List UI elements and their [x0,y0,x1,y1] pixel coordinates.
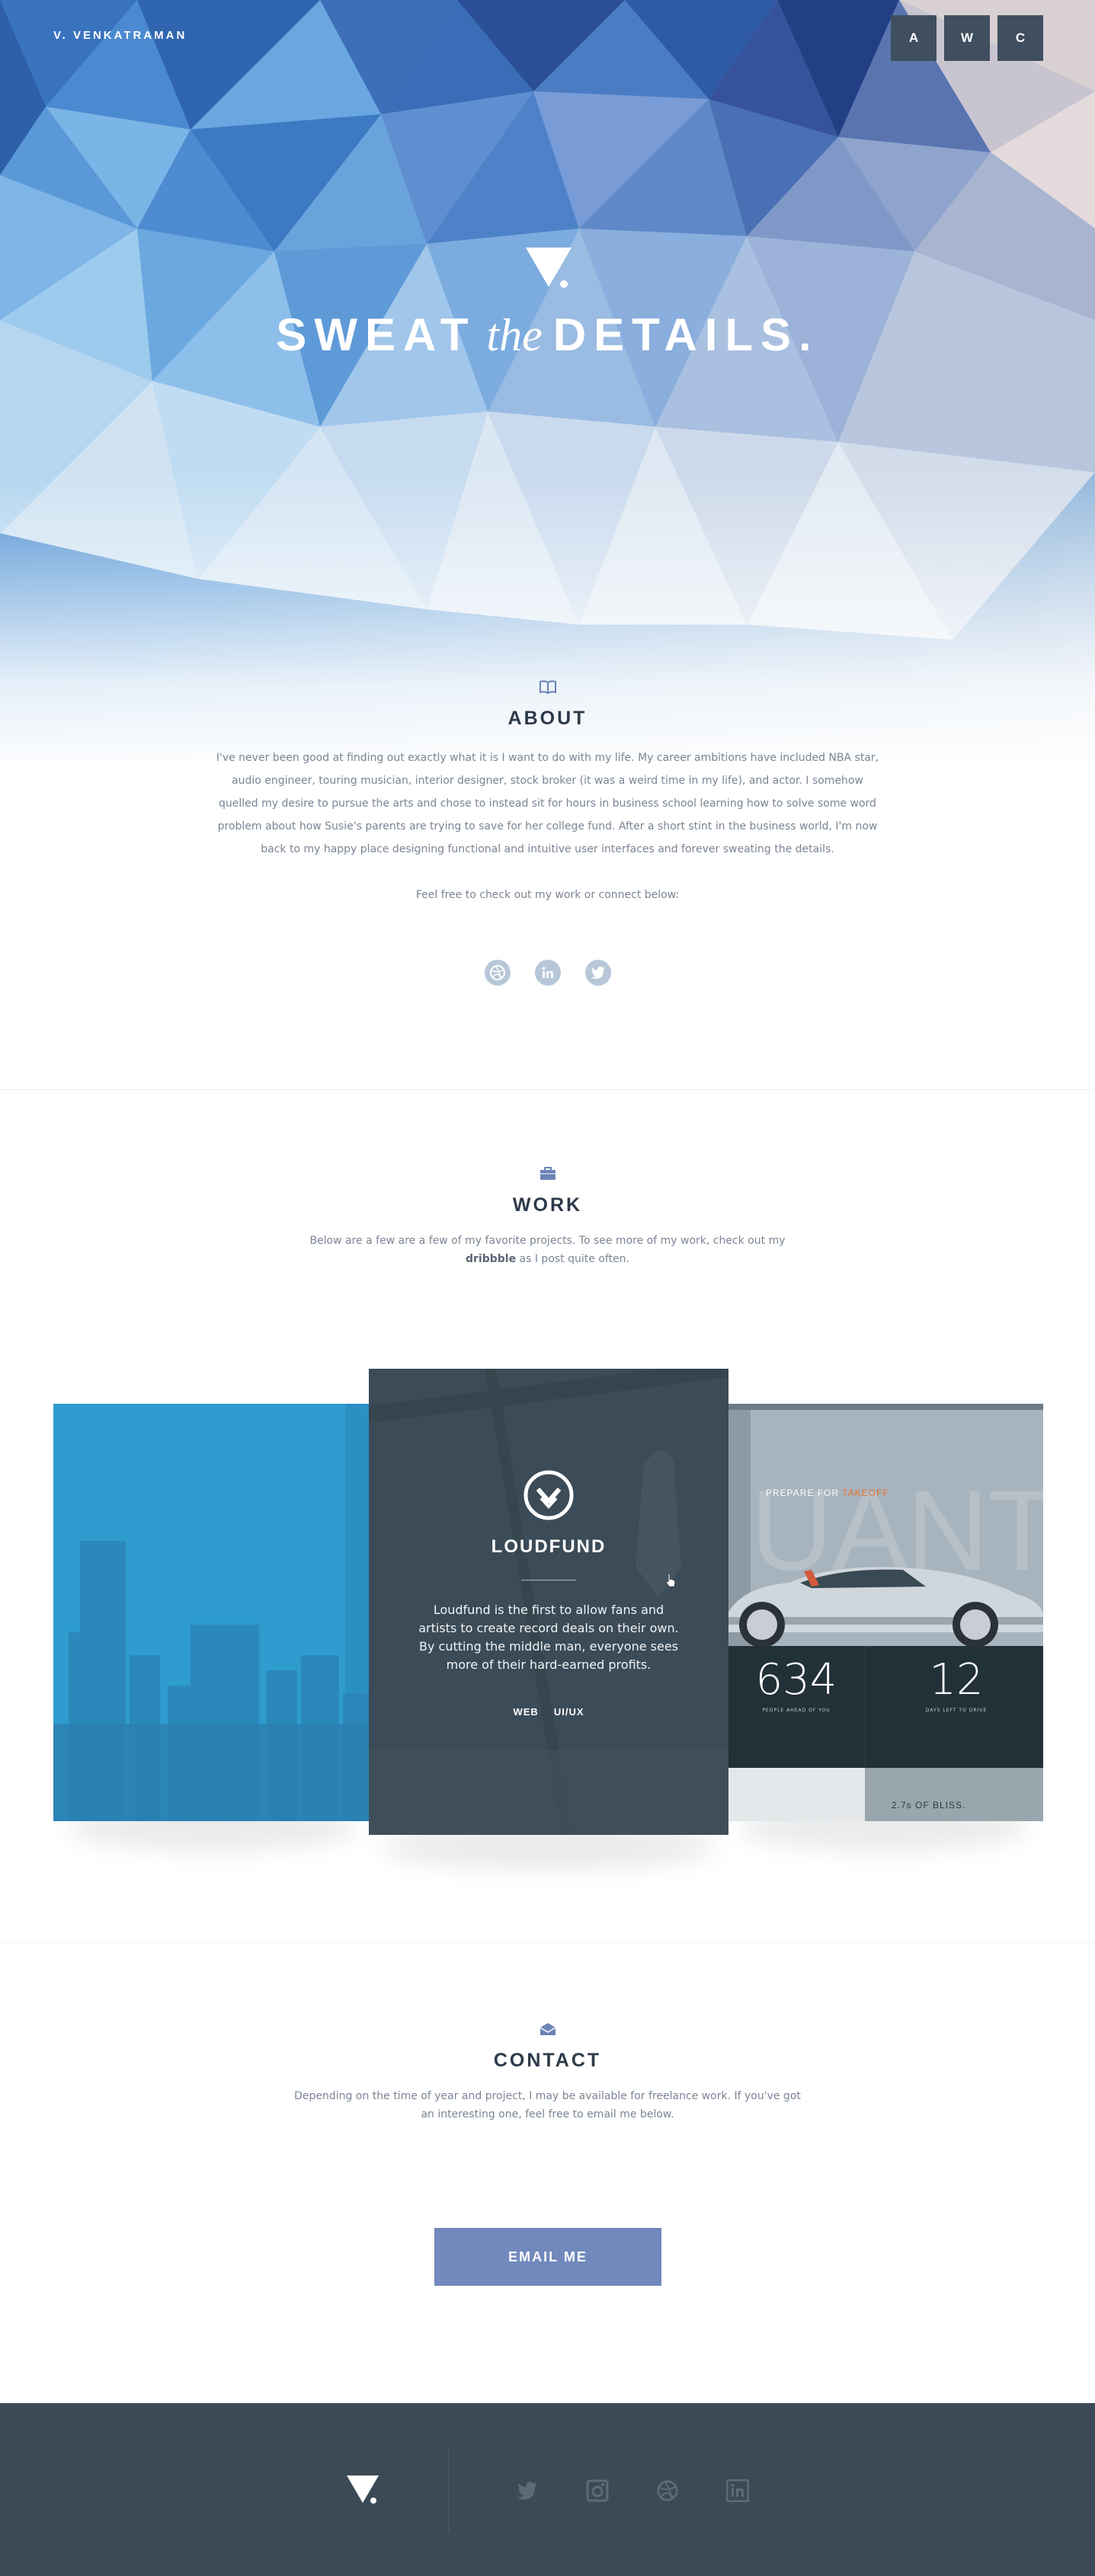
brand-name[interactable]: V. VENKATRAMAN [53,29,187,42]
hero-title-the: the [486,310,543,360]
twitter-icon[interactable] [514,2478,540,2504]
hero-section: V. VENKATRAMAN A W C SWEAT the DETAILS. [0,0,1095,762]
nav-button-contact[interactable]: C [997,15,1043,61]
project-card-city[interactable] [53,1404,370,1821]
work-title: WORK [512,1194,583,1216]
nav-button-work[interactable]: W [944,15,990,61]
linkedin-icon[interactable] [725,2478,751,2504]
about-line: quelled my desire to pursue the arts and… [219,797,876,810]
car-card-tagline: 2.7s OF BLISS. [892,1800,966,1811]
top-nav: A W C [891,15,1043,61]
stat-label: PEOPLE AHEAD OF YOU [762,1708,831,1713]
contact-line: an interesting one, feel free to email m… [421,2108,674,2121]
footer-social-links [514,2478,751,2504]
footer-separator [448,2449,449,2533]
about-section: ABOUT I've never been good at finding ou… [0,680,1095,986]
car-image [728,1567,1043,1648]
about-line: I've never been good at finding out exac… [216,752,879,764]
dribbble-link[interactable]: dribbble [466,1253,516,1265]
contact-title: CONTACT [493,2050,602,2071]
project-card-car[interactable]: UANT PREPARE FOR TAKEOFF 634 PEOPLE AHEA… [728,1404,1043,1821]
car-card-heading: PREPARE FOR TAKEOFF [766,1488,889,1498]
email-me-button[interactable]: EMAIL ME [434,2228,661,2286]
work-line: Below are a few are a few of my favorite… [309,1235,786,1247]
about-line: problem about how Susie's parents are tr… [217,820,878,833]
tag-web: WEB [513,1706,539,1718]
about-social-links [0,960,1095,986]
about-title: ABOUT [507,708,588,729]
hero-title: SWEAT the DETAILS. [0,308,1095,362]
about-line: audio engineer, touring musician, interi… [232,775,863,787]
loudfund-description: Loudfund is the first to allow fans and … [418,1603,679,1672]
twitter-icon[interactable] [584,960,611,986]
work-line-rest: as I post quite often. [516,1253,629,1265]
hero-title-details: DETAILS. [552,309,819,360]
section-divider [0,1942,1095,1943]
about-cta: Feel free to check out my work or connec… [415,889,680,901]
car-card-heading-b: TAKEOFF [842,1488,889,1498]
city-skyline-image [53,1404,370,1821]
envelope-open-icon [539,2023,556,2035]
cursor-hand-icon [665,1573,676,1587]
instagram-icon[interactable] [584,2478,610,2504]
stat-number: 634 [755,1655,837,1705]
v-logo-icon [526,248,572,288]
stat-number: 12 [929,1655,984,1705]
tag-uiux: UI/UX [553,1706,584,1718]
car-card-heading-a: PREPARE FOR [766,1488,843,1498]
contact-section: CONTACT Depending on the time of year an… [0,2022,1095,2124]
section-divider [0,1089,1095,1090]
contact-line: Depending on the time of year and projec… [294,2090,801,2102]
loudfund-logo-icon [523,1470,574,1520]
footer [0,2403,1095,2576]
hero-title-sweat: SWEAT [276,309,476,360]
dribbble-icon[interactable] [655,2478,680,2504]
linkedin-icon[interactable] [534,960,561,986]
loudfund-tags: WEB UI/UX [369,1706,728,1718]
dribbble-icon[interactable] [484,960,511,986]
work-text: Below are a few are a few of my favorite… [0,1232,1095,1268]
about-text: I've never been good at finding out exac… [167,746,929,861]
stat-days-left: 12 DAYS LEFT TO DRIVE [880,1655,1033,1713]
contact-text: Depending on the time of year and projec… [0,2087,1095,2124]
card-top-bar [728,1404,1043,1410]
nav-button-about[interactable]: A [891,15,937,61]
stats-divider [865,1646,866,1768]
footer-v-logo-icon[interactable] [347,2475,379,2504]
work-line: dribbble as I post quite often. [0,1250,1095,1268]
work-section: WORK Below are a few are a few of my fav… [0,1167,1095,1268]
stat-label: DAYS LEFT TO DRIVE [925,1708,988,1713]
about-line: back to my happy place designing functio… [261,843,834,855]
loudfund-title: LOUDFUND [491,1536,607,1557]
car-thumb [728,1768,865,1821]
stat-people-ahead: 634 PEOPLE AHEAD OF YOU [728,1655,865,1713]
project-card-loudfund[interactable]: LOUDFUND Loudfund is the first to allow … [369,1369,728,1835]
briefcase-icon [539,1167,556,1180]
book-icon [539,680,556,694]
